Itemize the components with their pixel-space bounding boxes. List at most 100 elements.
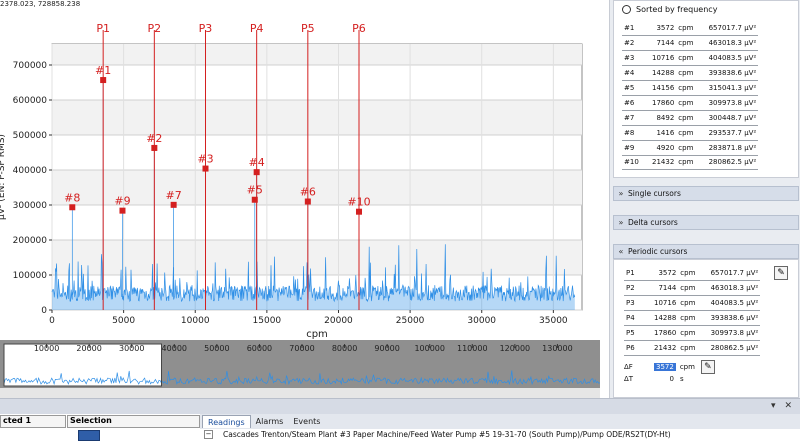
peak-row[interactable]: #10 21432 cpm 280862.5 µV² bbox=[622, 155, 759, 171]
spectrum-analysis-window: 2378.023, 728858.238 P1 P2 P3 P4 P5 P6 #1 #2 #3 #… bbox=[0, 0, 800, 442]
peak-unit: cpm bbox=[676, 95, 697, 111]
peak-row[interactable]: #2 7144 cpm 463018.3 µV² bbox=[622, 35, 759, 52]
x-tick-label: 10000 bbox=[181, 316, 210, 326]
grid-band bbox=[52, 44, 582, 65]
peak-unit: cpm bbox=[676, 80, 697, 96]
delta-f-unit: cpm bbox=[679, 363, 695, 371]
periodic-cursors-header[interactable]: « Periodic cursors bbox=[613, 244, 799, 259]
delta-t-label: ΔT bbox=[624, 375, 634, 383]
column-header-selected[interactable]: cted 1 bbox=[0, 415, 66, 428]
peak-idx: #5 bbox=[622, 80, 650, 96]
peak-row[interactable]: #5 14156 cpm 315041.3 µV² bbox=[622, 80, 759, 96]
peak-unit: cpm bbox=[676, 140, 697, 156]
periodic-cursor-row[interactable]: P5 17860 cpm 309973.8 µV² bbox=[624, 325, 761, 341]
periodic-cursor-row[interactable]: P6 21432 cpm 280862.5 µV² bbox=[624, 340, 761, 356]
tree-node-path[interactable]: − Cascades Trenton/Steam Plant #3 Paper … bbox=[204, 430, 671, 439]
x-tick-label: 30000 bbox=[467, 316, 496, 326]
periodic-amp: 393838.6 µV² bbox=[698, 310, 761, 327]
bottom-docking-bar: ▾ ✕ bbox=[0, 398, 800, 414]
collapse-icon[interactable]: − bbox=[204, 430, 213, 439]
peak-amp: 300448.7 µV² bbox=[696, 110, 759, 126]
overview-tick-label: 120000 bbox=[500, 344, 531, 353]
delta-f-label: ΔF bbox=[624, 363, 633, 371]
edit-pencil-icon[interactable]: ✎ bbox=[774, 266, 788, 280]
overview-tick-label: 20000 bbox=[76, 344, 101, 353]
periodic-freq: 17860 bbox=[652, 325, 679, 341]
peak-unit: cpm bbox=[676, 35, 697, 52]
overview-tick-label: 100000 bbox=[414, 344, 445, 353]
peak-amp: 283871.8 µV² bbox=[696, 140, 759, 156]
periodic-unit: cpm bbox=[678, 310, 699, 327]
delta-f-row: ΔF 3572 cpm ✎ bbox=[624, 360, 715, 374]
single-cursors-header[interactable]: » Single cursors bbox=[613, 186, 799, 201]
periodic-freq: 3572 bbox=[652, 266, 679, 282]
periodic-cursor-row[interactable]: P4 14288 cpm 393838.6 µV² bbox=[624, 310, 761, 327]
overview-navigator[interactable]: 10000 20000 30000 40000 50000 60000 70000 80000… bbox=[0, 340, 600, 398]
overview-tick-label: 50000 bbox=[204, 344, 229, 353]
delta-cursors-label: Delta cursors bbox=[628, 218, 678, 227]
delta-f-input[interactable]: 3572 bbox=[654, 363, 676, 371]
periodic-cursor-row[interactable]: P2 7144 cpm 463018.3 µV² bbox=[624, 280, 761, 297]
peak-idx: #4 bbox=[622, 65, 650, 82]
peak-label: #3 bbox=[197, 153, 213, 166]
pin-icon[interactable]: ▾ bbox=[771, 401, 776, 411]
periodic-idx: P3 bbox=[624, 295, 652, 312]
x-axis-title: cpm bbox=[306, 329, 328, 340]
peak-row[interactable]: #3 10716 cpm 404083.5 µV² bbox=[622, 50, 759, 67]
peak-freq: 7144 bbox=[650, 35, 677, 52]
peak-idx: #9 bbox=[622, 140, 650, 156]
spectrum-chart[interactable]: P1 P2 P3 P4 P5 P6 #1 #2 #3 #4 #5 #6 #7 #8 #9 #10 0 5000 10… bbox=[0, 0, 600, 340]
periodic-freq: 14288 bbox=[652, 310, 679, 327]
peak-idx: #3 bbox=[622, 50, 650, 67]
periodic-cursors-box: P1 3572 cpm 657017.7 µV² P2 7144 cpm 463018.3 µ… bbox=[613, 259, 799, 398]
peak-marker bbox=[253, 169, 260, 176]
chevron-down-icon: » bbox=[618, 189, 624, 198]
overview-tick-label: 10000 bbox=[34, 344, 59, 353]
close-icon[interactable]: ✕ bbox=[784, 401, 792, 411]
peak-row[interactable]: #9 4920 cpm 283871.8 µV² bbox=[622, 140, 759, 156]
peak-idx: #7 bbox=[622, 110, 650, 126]
peak-marker bbox=[304, 198, 311, 205]
peak-marker bbox=[251, 196, 258, 203]
peak-marker bbox=[151, 144, 158, 151]
peak-row[interactable]: #4 14288 cpm 393838.6 µV² bbox=[622, 65, 759, 82]
grid-band bbox=[52, 170, 582, 205]
overview-tick-label: 90000 bbox=[374, 344, 399, 353]
peak-row[interactable]: #6 17860 cpm 309973.8 µV² bbox=[622, 95, 759, 111]
edit-pencil-icon[interactable]: ✎ bbox=[700, 360, 715, 374]
peak-row[interactable]: #8 1416 cpm 293537.7 µV² bbox=[622, 125, 759, 141]
peak-row[interactable]: #7 8492 cpm 300448.7 µV² bbox=[622, 110, 759, 126]
tab-readings[interactable]: Readings bbox=[202, 415, 251, 428]
peak-marker bbox=[119, 207, 126, 214]
peak-label: #2 bbox=[146, 132, 162, 145]
peak-unit: cpm bbox=[676, 21, 697, 37]
peak-label: #4 bbox=[249, 156, 265, 169]
x-tick-label: 25000 bbox=[396, 316, 425, 326]
selection-icon bbox=[78, 430, 100, 441]
radio-icon[interactable] bbox=[622, 5, 631, 14]
periodic-cursor-row[interactable]: P3 10716 cpm 404083.5 µV² bbox=[624, 295, 761, 312]
cursor-label: P5 bbox=[301, 22, 315, 35]
peak-label: #9 bbox=[114, 195, 130, 208]
column-header-selection[interactable]: Selection bbox=[67, 415, 200, 428]
y-tick-label: 200000 bbox=[13, 236, 48, 246]
delta-cursors-header[interactable]: » Delta cursors bbox=[613, 215, 799, 230]
cursor-label: P4 bbox=[250, 22, 264, 35]
peak-unit: cpm bbox=[676, 65, 697, 82]
peak-amp: 293537.7 µV² bbox=[696, 125, 759, 141]
selection-grid-row[interactable] bbox=[0, 428, 200, 442]
periodic-unit: cpm bbox=[678, 295, 699, 312]
peak-amp: 315041.3 µV² bbox=[696, 80, 759, 96]
periodic-unit: cpm bbox=[678, 280, 699, 297]
delta-t-value: 0 bbox=[669, 375, 674, 383]
y-tick-label: 300000 bbox=[13, 201, 48, 211]
sorted-by-frequency-option[interactable]: Sorted by frequency bbox=[622, 5, 717, 14]
y-tick-label: 400000 bbox=[13, 166, 48, 176]
readings-tabs: Readings Alarms Events bbox=[202, 415, 325, 428]
peak-marker bbox=[355, 208, 362, 215]
periodic-unit: cpm bbox=[678, 325, 699, 341]
tab-events[interactable]: Events bbox=[288, 415, 325, 428]
periodic-cursor-row[interactable]: P1 3572 cpm 657017.7 µV² bbox=[624, 266, 761, 282]
tab-alarms[interactable]: Alarms bbox=[251, 415, 289, 428]
peak-row[interactable]: #1 3572 cpm 657017.7 µV² bbox=[622, 21, 759, 37]
